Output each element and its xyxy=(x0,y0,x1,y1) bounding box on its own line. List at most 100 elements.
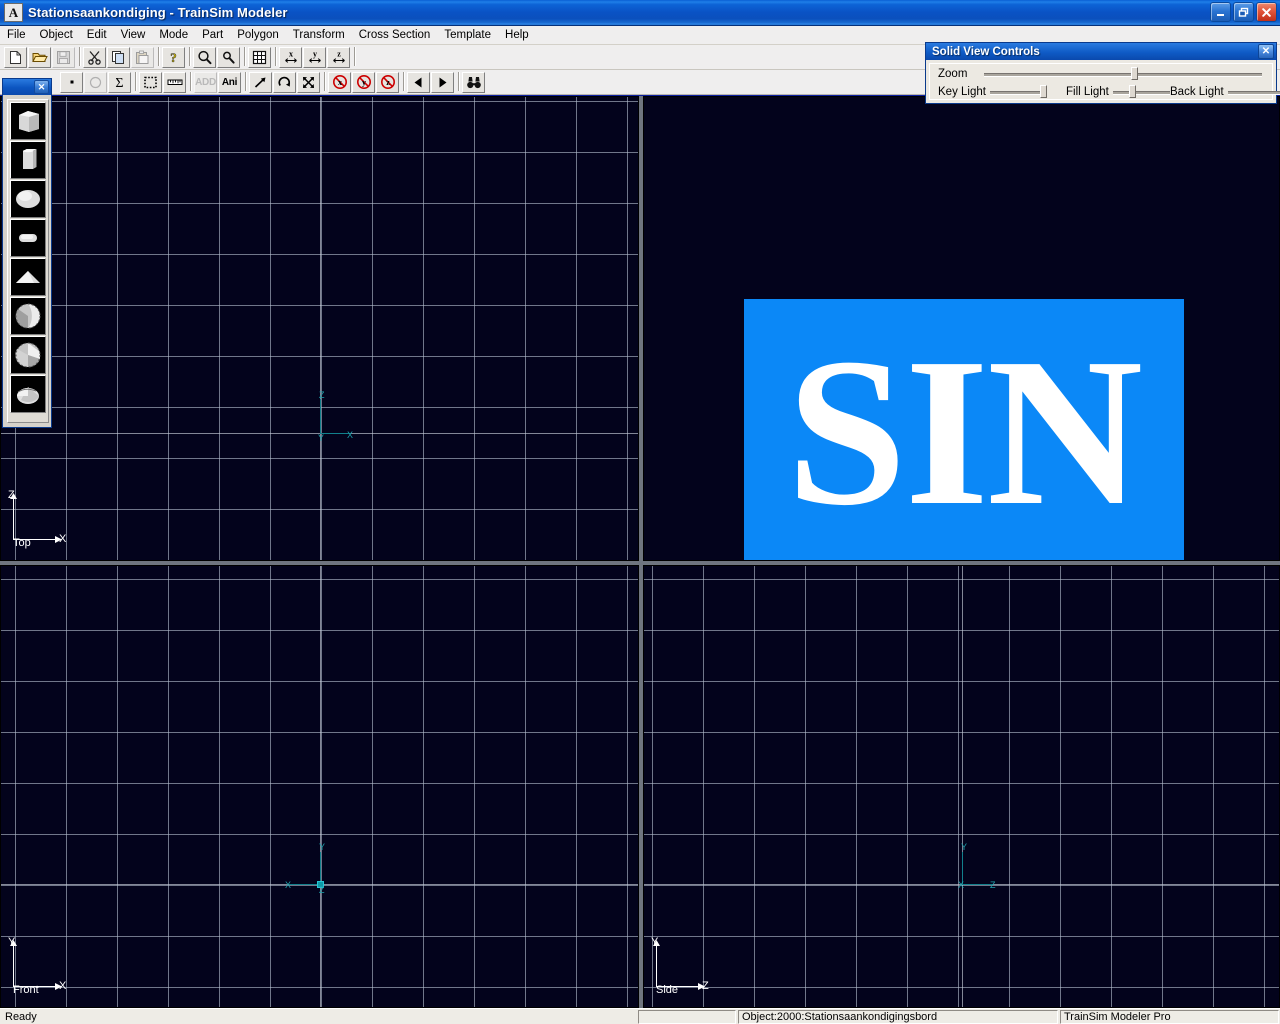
no-x-icon[interactable]: x xyxy=(328,71,351,93)
svc-body: Zoom Key Light Fill Light Back Light xyxy=(929,63,1280,100)
grid-icon[interactable] xyxy=(248,46,271,68)
fill-light-slider[interactable] xyxy=(1112,85,1170,99)
svg-text:y: y xyxy=(362,78,366,87)
axis-gizmo-front: Y X Front xyxy=(5,936,69,1001)
prev-frame-icon[interactable] xyxy=(407,71,430,93)
no-z-icon[interactable]: z xyxy=(376,71,399,93)
crosshair-horizontal xyxy=(1,884,638,885)
gizmo-vertical-axis xyxy=(653,940,660,987)
rotate-icon[interactable] xyxy=(273,71,296,93)
primitive-capsule[interactable] xyxy=(10,219,46,257)
viewport-solid[interactable]: SIN xyxy=(643,96,1280,561)
viewport-front[interactable]: Y Z X Y X Front xyxy=(0,565,639,1008)
gizmo-horizontal-label: X xyxy=(59,533,67,545)
add-icon[interactable]: ADD xyxy=(194,71,217,93)
cut-scissors-icon[interactable] xyxy=(83,46,106,68)
point-icon[interactable] xyxy=(60,71,83,93)
viewport-side[interactable]: Y X Z Y Z Side xyxy=(643,565,1280,1008)
move-arrow-icon[interactable] xyxy=(249,71,272,93)
mirror-z-icon[interactable]: z xyxy=(327,46,350,68)
crosshair-vertical xyxy=(320,566,321,1007)
gizmo-horizontal-axis xyxy=(656,983,705,990)
back-light-slider[interactable] xyxy=(1227,85,1280,99)
viewport-grid: Z Y X Z X Top SIN Y Z X Y X Front Y X Z … xyxy=(0,96,1280,1008)
station-sign: SIN xyxy=(744,299,1184,560)
new-file-icon[interactable] xyxy=(4,46,27,68)
fill-light-slider-track xyxy=(1112,91,1170,95)
gizmo-vertical-label: Y xyxy=(8,936,16,948)
svc-close-button[interactable]: ✕ xyxy=(1258,44,1274,59)
menu-view[interactable]: View xyxy=(114,28,153,42)
marquee-select-icon[interactable] xyxy=(139,71,162,93)
next-frame-icon[interactable] xyxy=(431,71,454,93)
svg-text:?: ? xyxy=(170,50,177,65)
binoculars-icon[interactable] xyxy=(462,71,485,93)
minimize-button[interactable] xyxy=(1210,2,1231,22)
primitive-sphere-wedge[interactable] xyxy=(10,336,46,374)
zoom-slider[interactable] xyxy=(984,67,1262,81)
palette-body xyxy=(7,99,49,423)
circle-icon[interactable] xyxy=(84,71,107,93)
marker-label-right: Z xyxy=(990,880,996,890)
svc-title-bar: Solid View Controls ✕ xyxy=(926,43,1276,60)
mirror-y-icon[interactable]: y xyxy=(303,46,326,68)
zoom-in-icon[interactable] xyxy=(193,46,216,68)
zoom-slider-track xyxy=(984,73,1262,77)
app-icon: A xyxy=(4,3,23,22)
toolbar-separator xyxy=(155,47,162,68)
primitive-ellipse[interactable] xyxy=(10,180,46,218)
menu-polygon[interactable]: Polygon xyxy=(230,28,286,42)
back-light-row: Back Light xyxy=(1170,85,1280,99)
restore-button[interactable] xyxy=(1233,2,1254,22)
menu-template[interactable]: Template xyxy=(437,28,498,42)
menu-mode[interactable]: Mode xyxy=(152,28,195,42)
gizmo-horizontal-label: Z xyxy=(702,980,709,992)
animate-icon[interactable]: Ani xyxy=(218,71,241,93)
marker-label-up: Y xyxy=(961,842,968,852)
fill-light-slider-thumb[interactable] xyxy=(1128,85,1136,98)
primitive-hemisphere[interactable] xyxy=(10,375,46,413)
close-button[interactable] xyxy=(1256,2,1277,22)
toolbar-separator xyxy=(132,72,139,93)
primitive-box[interactable] xyxy=(10,102,46,140)
marker-label-up: Y xyxy=(319,842,326,852)
key-light-slider-thumb[interactable] xyxy=(1040,85,1048,98)
copy-icon[interactable] xyxy=(107,46,130,68)
gizmo-horizontal-axis xyxy=(13,983,62,990)
mirror-x-icon[interactable]: x xyxy=(279,46,302,68)
save-disk-icon[interactable] xyxy=(52,46,75,68)
palette-title-bar: ✕ xyxy=(3,79,51,95)
menu-file[interactable]: File xyxy=(0,28,33,42)
menu-transform[interactable]: Transform xyxy=(286,28,352,42)
menu-part[interactable]: Part xyxy=(195,28,230,42)
menu-help[interactable]: Help xyxy=(498,28,536,42)
gizmo-vertical-label: Y xyxy=(651,936,659,948)
menu-object[interactable]: Object xyxy=(33,28,80,42)
palette-close-button[interactable]: ✕ xyxy=(34,80,49,94)
viewport-top[interactable]: Z Y X Z X Top xyxy=(0,96,639,561)
open-folder-icon[interactable] xyxy=(28,46,51,68)
viewport-label-front: Front xyxy=(13,984,39,996)
svc-title: Solid View Controls xyxy=(932,45,1040,58)
marker-label-origin: Y xyxy=(318,433,325,443)
ruler-icon[interactable] xyxy=(163,71,186,93)
help-question-icon[interactable]: ? xyxy=(162,46,185,68)
menu-edit[interactable]: Edit xyxy=(80,28,114,42)
primitive-sphere-segment[interactable] xyxy=(10,297,46,335)
toolbar-separator xyxy=(400,72,407,93)
menu-cross-section[interactable]: Cross Section xyxy=(352,28,438,42)
primitive-cylinder[interactable] xyxy=(10,141,46,179)
zoom-slider-thumb[interactable] xyxy=(1131,67,1139,80)
svg-text:y: y xyxy=(313,50,317,59)
zoom-out-icon[interactable] xyxy=(217,46,240,68)
key-light-slider[interactable] xyxy=(989,85,1048,99)
key-light-label: Key Light xyxy=(938,86,986,98)
paste-icon[interactable] xyxy=(131,46,154,68)
marker-axis-vertical xyxy=(962,852,963,884)
sigma-icon[interactable]: Σ xyxy=(108,71,131,93)
scale-icon[interactable] xyxy=(297,71,320,93)
application-window: A Stationsaankondiging - TrainSim Modele… xyxy=(0,0,1280,1024)
primitive-cone[interactable] xyxy=(10,258,46,296)
no-y-icon[interactable]: y xyxy=(352,71,375,93)
marker-label-origin: X xyxy=(958,880,965,890)
